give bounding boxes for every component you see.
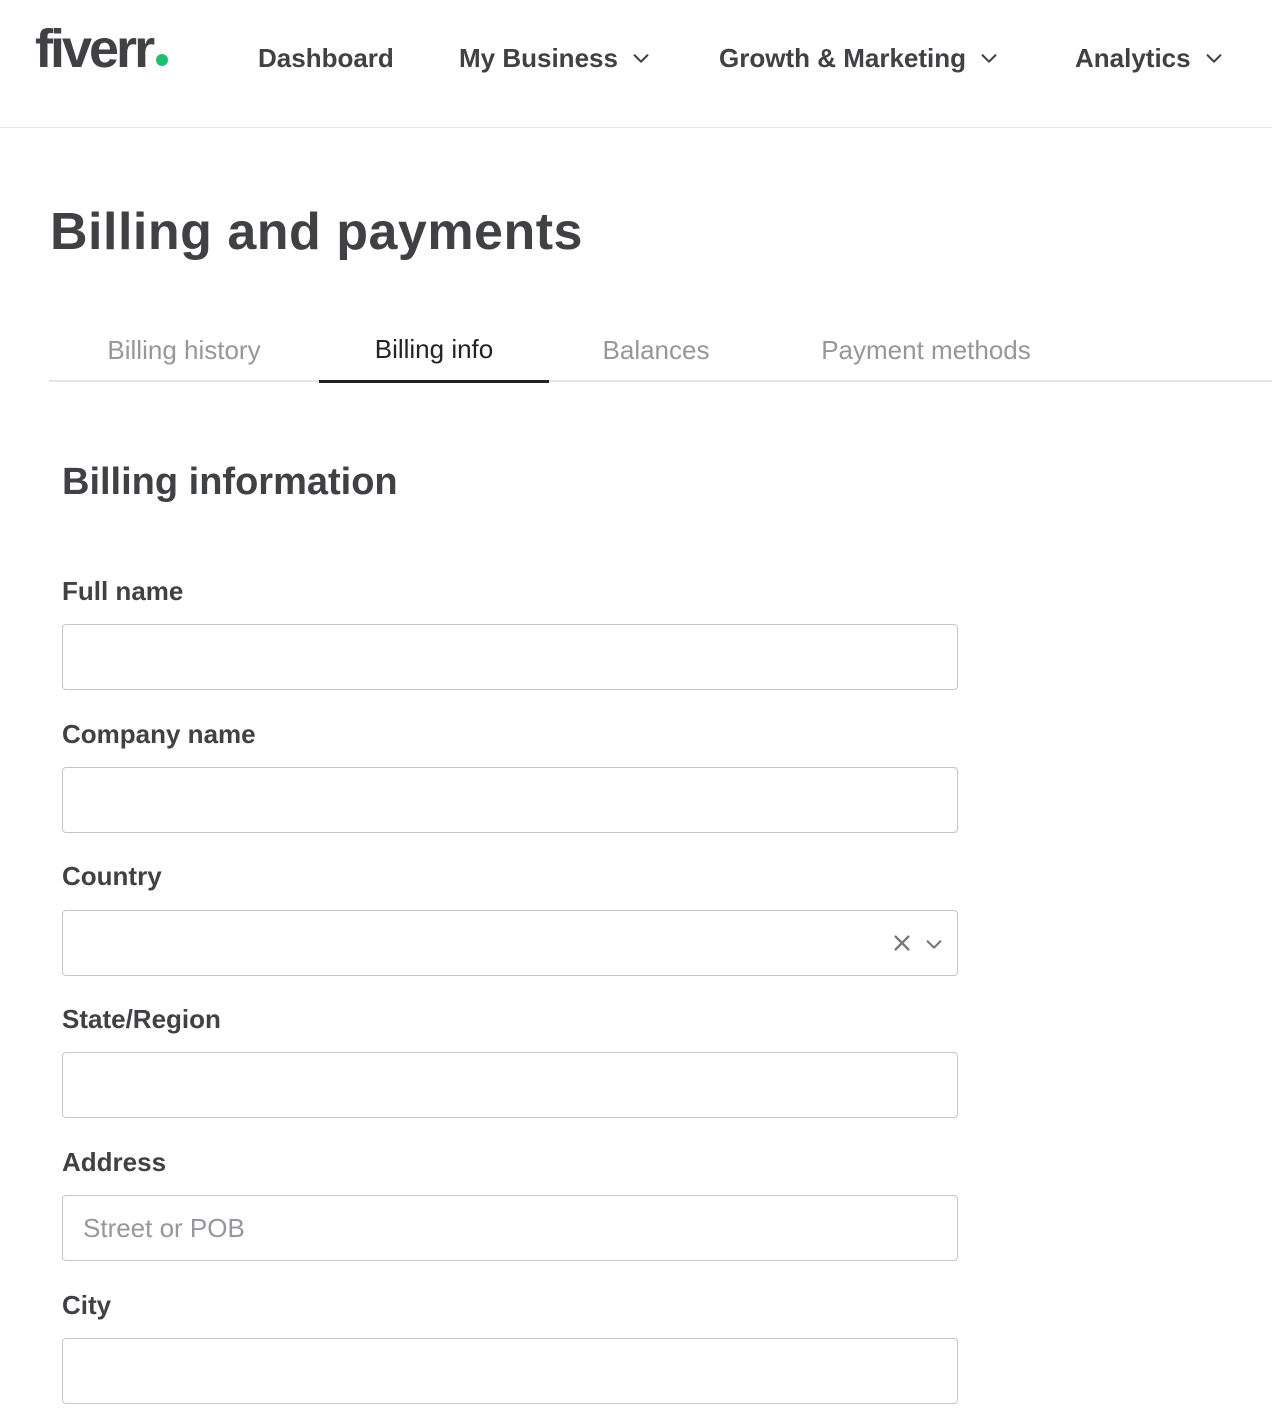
top-navigation-bar: fiverr Dashboard My Business Growth & Ma…: [0, 0, 1272, 128]
full-name-label: Full name: [62, 576, 184, 606]
company-name-label: Company name: [62, 719, 256, 749]
billing-tabs: Billing history Billing info Balances Pa…: [49, 318, 1272, 383]
full-name-input[interactable]: [62, 624, 958, 690]
section-title: Billing information: [62, 461, 398, 503]
tab-payment-methods[interactable]: Payment methods: [763, 318, 1089, 382]
tab-balances[interactable]: Balances: [549, 318, 763, 382]
city-input[interactable]: [62, 1338, 958, 1404]
chevron-down-icon: [978, 47, 1000, 69]
main-nav: Dashboard My Business Growth & Marketing…: [0, 38, 1272, 78]
nav-item-label: Growth & Marketing: [719, 42, 967, 73]
tab-billing-history[interactable]: Billing history: [49, 318, 319, 382]
address-label: Address: [62, 1147, 167, 1177]
nav-item-label: Analytics: [1075, 42, 1191, 73]
city-label: City: [62, 1290, 112, 1320]
nav-item-analytics[interactable]: Analytics: [1075, 38, 1225, 78]
country-label: Country: [62, 861, 162, 891]
nav-item-my-business[interactable]: My Business: [459, 38, 652, 78]
address-input[interactable]: [62, 1195, 958, 1261]
tab-billing-info[interactable]: Billing info: [319, 318, 549, 383]
company-name-input[interactable]: [62, 767, 958, 833]
nav-item-label: Dashboard: [258, 42, 394, 73]
clear-icon[interactable]: [891, 932, 913, 954]
page-title: Billing and payments: [50, 203, 583, 261]
nav-item-dashboard[interactable]: Dashboard: [258, 38, 394, 78]
state-region-input[interactable]: [62, 1052, 958, 1118]
state-region-label: State/Region: [62, 1004, 221, 1034]
nav-item-label: My Business: [459, 42, 618, 73]
country-select[interactable]: [62, 910, 958, 976]
chevron-down-icon: [630, 47, 652, 69]
chevron-down-icon: [1203, 47, 1225, 69]
nav-item-growth-marketing[interactable]: Growth & Marketing: [719, 38, 1000, 78]
chevron-down-icon[interactable]: [923, 933, 945, 955]
